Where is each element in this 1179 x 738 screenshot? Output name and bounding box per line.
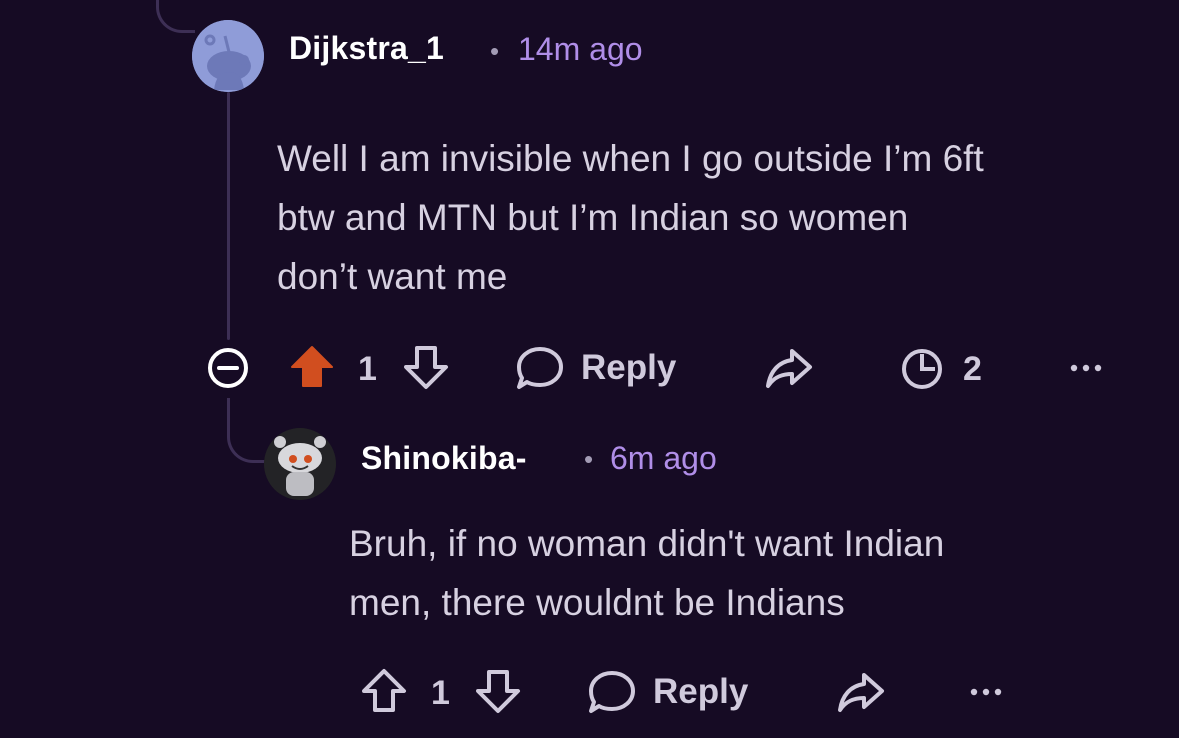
comment-thread: Dijkstra_1 • 14m ago Well I am invisible… [0,0,1179,738]
username[interactable]: Dijkstra_1 [289,30,444,67]
comment-body-line: don’t want me [277,256,508,297]
thread-curve-parent [156,0,195,33]
thread-line-comment-1 [227,92,230,340]
reply-bubble-icon [517,347,563,389]
thread-curve-reply [227,398,270,463]
username[interactable]: Shinokiba- [361,440,527,477]
collapse-icon[interactable] [206,346,250,390]
comment-body-line: men, there wouldnt be Indians [349,582,845,623]
award-count: 2 [963,350,982,388]
reply-button[interactable]: Reply [587,669,748,715]
snoo-avatar-icon [264,428,336,500]
share-icon[interactable] [764,346,814,390]
vote-count: 1 [431,674,450,712]
timestamp: 14m ago [518,31,643,67]
upvote-icon[interactable] [289,344,335,390]
comment-body-line: btw and MTN but I’m Indian so women [277,197,909,238]
separator-dot: • [584,444,594,474]
comment-body-line: Bruh, if no woman didn't want Indian [349,523,945,564]
separator-dot: • [490,36,500,66]
reply-button[interactable]: Reply [515,345,676,391]
comment-body: Well I am invisible when I go outside I’… [277,129,1157,306]
comment-body: Bruh, if no woman didn't want Indian men… [349,514,1159,632]
vote-count: 1 [358,350,377,388]
avatar[interactable] [264,428,336,500]
more-icon[interactable] [1068,360,1104,376]
award-icon[interactable] [899,346,945,392]
more-icon[interactable] [968,684,1004,700]
timestamp: 6m ago [610,440,717,476]
reply-label: Reply [581,348,677,387]
reply-label: Reply [653,672,749,711]
share-icon[interactable] [836,670,886,714]
upvote-icon[interactable] [361,668,407,714]
downvote-icon[interactable] [403,344,449,390]
reply-bubble-icon [589,671,635,713]
snoo-avatar-icon [192,20,264,92]
comment-body-line: Well I am invisible when I go outside I’… [277,138,984,179]
avatar[interactable] [192,20,264,92]
downvote-icon[interactable] [475,668,521,714]
